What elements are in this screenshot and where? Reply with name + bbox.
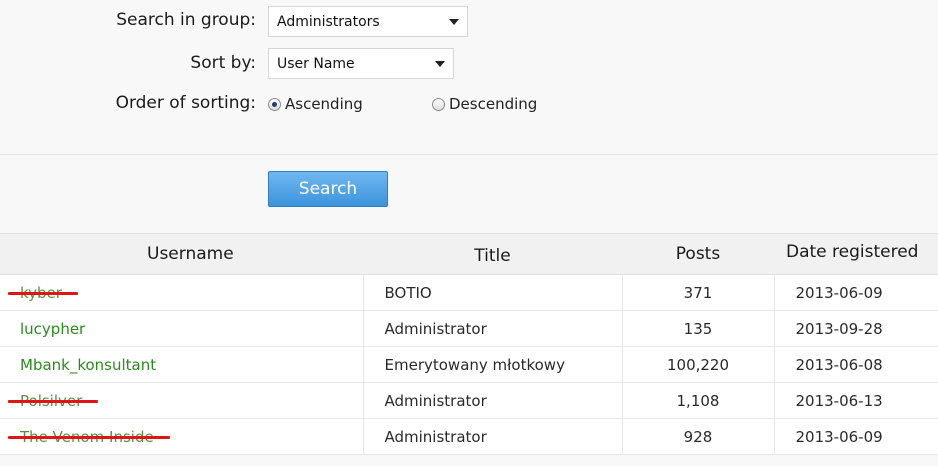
date-registered-cell: 2013-06-08	[774, 346, 938, 383]
username-link[interactable]: Polsilver	[8, 392, 99, 410]
title-cell: Emerytowany młotkowy	[363, 346, 623, 383]
username-cell: The Venom Inside	[0, 418, 364, 455]
date-registered-cell: 2013-09-28	[774, 310, 938, 347]
table-row: Polsilver Administrator 1,108 2013-06-13	[0, 382, 938, 419]
members-table: Username Title Posts Date registered kyb…	[0, 233, 938, 455]
table-body: kyber BOTIO 371 2013-06-09 lucypher Administr…	[0, 274, 938, 455]
username-cell: Polsilver	[0, 382, 364, 419]
order-descending-option[interactable]: Descending	[432, 95, 537, 113]
radio-descending[interactable]	[432, 97, 445, 111]
search-button[interactable]: Search	[268, 171, 388, 207]
username-cell: lucypher	[0, 310, 364, 347]
header-username[interactable]: Username	[0, 233, 363, 275]
username-cell: kyber	[0, 274, 364, 311]
date-registered-cell: 2013-06-13	[774, 382, 938, 419]
posts-cell: 100,220	[622, 346, 775, 383]
redaction-strike-mark	[8, 291, 78, 295]
order-label: Order of sorting:	[115, 93, 256, 113]
posts-cell: 928	[622, 418, 775, 455]
username-link[interactable]: lucypher	[20, 320, 85, 338]
header-posts[interactable]: Posts	[622, 233, 774, 275]
title-cell: Administrator	[363, 418, 623, 455]
order-descending-label: Descending	[449, 95, 538, 113]
username-link[interactable]: kyber	[8, 284, 78, 302]
radio-ascending[interactable]	[268, 97, 281, 111]
title-cell: Administrator	[363, 310, 623, 347]
posts-cell: 371	[622, 274, 775, 311]
redaction-strike-mark	[8, 399, 99, 403]
posts-cell: 135	[622, 310, 775, 347]
table-row: The Venom Inside Administrator 928 2013-06-…	[0, 418, 938, 455]
chevron-down-icon	[449, 18, 459, 25]
title-cell: Administrator	[363, 382, 623, 419]
table-header-row: Username Title Posts Date registered	[0, 233, 938, 275]
search-form: Search in group: Administrators Sort by:…	[0, 0, 938, 155]
table-row: lucypher Administrator 135 2013-09-28	[0, 310, 938, 347]
date-registered-cell: 2013-06-09	[774, 418, 938, 455]
username-link[interactable]: The Venom Inside	[8, 428, 170, 446]
sort-label: Sort by:	[190, 53, 256, 73]
posts-cell: 1,108	[622, 382, 775, 419]
header-title[interactable]: Title	[363, 233, 622, 275]
username-cell: Mbank_konsultant	[0, 346, 364, 383]
redaction-strike-mark	[8, 435, 170, 439]
group-select[interactable]: Administrators	[268, 6, 468, 37]
date-registered-cell: 2013-06-09	[774, 274, 938, 311]
chevron-down-icon	[435, 60, 445, 67]
username-link[interactable]: Mbank_konsultant	[20, 356, 156, 374]
header-date-registered[interactable]: Date registered	[774, 233, 938, 275]
title-cell: BOTIO	[363, 274, 623, 311]
group-label: Search in group:	[116, 10, 256, 30]
order-ascending-option[interactable]: Ascending	[268, 95, 363, 113]
table-row: Mbank_konsultant Emerytowany młotkowy 100,…	[0, 346, 938, 383]
table-row: kyber BOTIO 371 2013-06-09	[0, 274, 938, 311]
group-select-value: Administrators	[277, 13, 380, 30]
sort-select[interactable]: User Name	[268, 48, 454, 79]
sort-select-value: User Name	[277, 55, 355, 72]
order-ascending-label: Ascending	[285, 95, 363, 113]
